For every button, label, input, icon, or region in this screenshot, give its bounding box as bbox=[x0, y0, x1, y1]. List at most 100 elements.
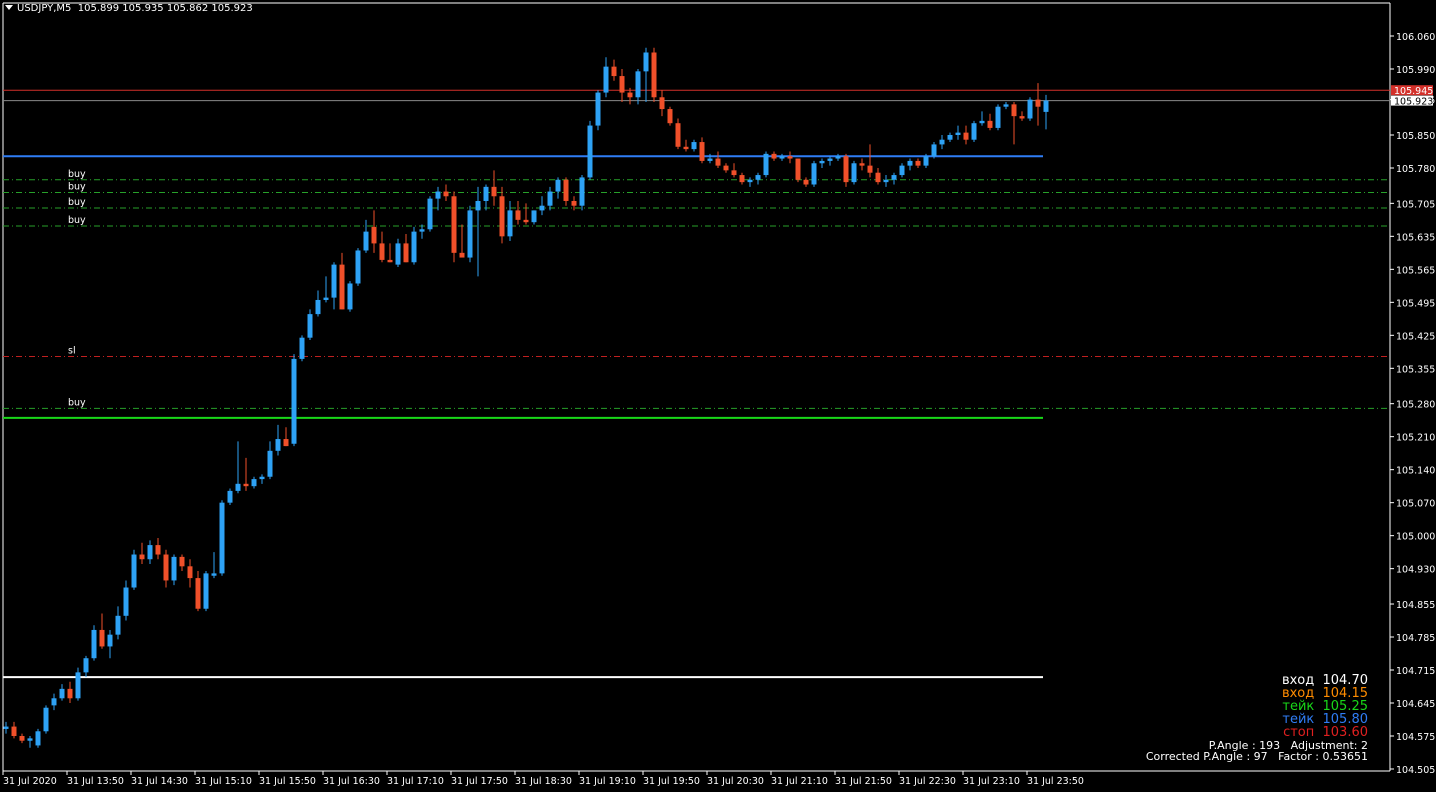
candle-body bbox=[515, 210, 521, 220]
candle-body bbox=[1011, 104, 1017, 117]
candle-body bbox=[595, 92, 601, 126]
time-tick-label: 31 Jul 16:30 bbox=[323, 776, 380, 787]
candle-body bbox=[603, 66, 609, 93]
candle-body bbox=[203, 573, 209, 609]
candle-body bbox=[491, 186, 497, 197]
candle-body bbox=[723, 165, 729, 171]
price-tick-label: 105.495 bbox=[1396, 298, 1435, 309]
time-tick-label: 31 Jul 19:10 bbox=[579, 776, 636, 787]
candle-body bbox=[931, 144, 937, 157]
level-label: buy bbox=[68, 197, 86, 208]
candle-body bbox=[339, 264, 345, 310]
candle-body bbox=[259, 476, 265, 480]
candle-body bbox=[707, 158, 713, 161]
time-tick-label: 31 Jul 13:50 bbox=[67, 776, 124, 787]
candle-body bbox=[827, 158, 833, 161]
candle-body bbox=[43, 707, 49, 732]
price-tick-label: 105.780 bbox=[1396, 164, 1435, 175]
price-tick-label: 105.355 bbox=[1396, 364, 1435, 375]
candle-body bbox=[619, 76, 625, 93]
candle-body bbox=[75, 672, 81, 699]
candle-body bbox=[107, 634, 113, 647]
candle-body bbox=[243, 483, 249, 487]
candle-body bbox=[851, 163, 857, 183]
dropdown-triangle-icon[interactable] bbox=[5, 5, 13, 10]
candle-body bbox=[171, 556, 177, 581]
candle-body bbox=[323, 297, 329, 300]
time-tick-label: 31 Jul 2020 bbox=[3, 776, 57, 787]
price-tick-label: 105.565 bbox=[1396, 265, 1435, 276]
candle-body bbox=[587, 125, 593, 178]
candle-body bbox=[643, 52, 649, 72]
candle-body bbox=[675, 123, 681, 147]
candle-body bbox=[195, 578, 201, 609]
candle-body bbox=[19, 736, 25, 741]
candle-body bbox=[1019, 116, 1025, 119]
info-line: стоп 103.60 bbox=[1283, 725, 1368, 740]
candle-body bbox=[291, 358, 297, 444]
candle-body bbox=[219, 502, 225, 574]
candle-body bbox=[163, 554, 169, 581]
candle-body bbox=[315, 299, 321, 315]
price-tick-label: 105.000 bbox=[1396, 532, 1435, 543]
candle-body bbox=[731, 170, 737, 176]
candle-body bbox=[579, 177, 585, 206]
candle-body bbox=[667, 109, 673, 124]
candle-body bbox=[211, 573, 217, 576]
candle-body bbox=[771, 153, 777, 159]
candle-body bbox=[531, 210, 537, 223]
chart-canvas[interactable]: 106.060105.990105.925105.850105.780105.7… bbox=[0, 0, 1436, 792]
price-tick-label: 104.505 bbox=[1396, 765, 1435, 776]
price-tag-label: 105.945 bbox=[1394, 86, 1433, 97]
candle-body bbox=[371, 226, 377, 244]
level-label: buy bbox=[68, 169, 86, 180]
candle-body bbox=[779, 156, 785, 159]
candle-body bbox=[571, 200, 577, 206]
time-tick-label: 31 Jul 21:50 bbox=[835, 776, 892, 787]
candle-body bbox=[867, 165, 873, 173]
price-tick-label: 105.635 bbox=[1396, 232, 1435, 243]
candle-body bbox=[811, 163, 817, 185]
time-tick-label: 31 Jul 21:10 bbox=[771, 776, 828, 787]
candle-body bbox=[859, 163, 865, 166]
level-label: buy bbox=[68, 215, 86, 226]
candle-body bbox=[59, 688, 65, 699]
candle-body bbox=[523, 219, 529, 223]
candle-body bbox=[979, 120, 985, 124]
ohlc-values: 105.899 105.935 105.862 105.923 bbox=[77, 3, 253, 14]
candle-body bbox=[91, 629, 97, 659]
price-tick-label: 105.850 bbox=[1396, 131, 1435, 142]
candle-body bbox=[795, 158, 801, 180]
candle-body bbox=[403, 243, 409, 263]
candle-body bbox=[363, 231, 369, 251]
candle-body bbox=[131, 554, 137, 588]
candle-body bbox=[187, 566, 193, 579]
candle-body bbox=[227, 490, 233, 503]
level-label: buy bbox=[68, 397, 86, 408]
candle-body bbox=[699, 142, 705, 161]
candle-body bbox=[715, 158, 721, 166]
candle-body bbox=[563, 179, 569, 201]
candle-body bbox=[99, 629, 105, 647]
candle-body bbox=[763, 153, 769, 176]
candle-body bbox=[683, 146, 689, 150]
level-label: buy bbox=[68, 181, 86, 192]
candle-body bbox=[835, 156, 841, 159]
candle-body bbox=[443, 191, 449, 197]
candle-body bbox=[115, 615, 121, 635]
candle-body bbox=[955, 132, 961, 135]
candle-body bbox=[283, 439, 289, 447]
candle-body bbox=[1027, 99, 1033, 119]
candle-body bbox=[147, 545, 153, 560]
candle-body bbox=[179, 556, 185, 567]
price-tick-label: 104.855 bbox=[1396, 600, 1435, 611]
candle-body bbox=[611, 66, 617, 77]
candle-body bbox=[939, 139, 945, 145]
price-tick-label: 104.930 bbox=[1396, 565, 1435, 576]
candle-body bbox=[555, 179, 561, 192]
time-tick-label: 31 Jul 17:50 bbox=[451, 776, 508, 787]
time-tick-label: 31 Jul 14:30 bbox=[131, 776, 188, 787]
candle-body bbox=[331, 264, 337, 298]
candle-body bbox=[467, 210, 473, 258]
candle-body bbox=[411, 231, 417, 263]
